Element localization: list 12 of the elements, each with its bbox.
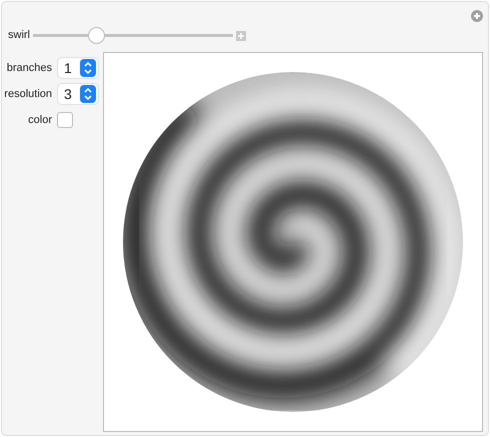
slider-label: swirl [8, 29, 31, 41]
popup-menu[interactable]: 3 [57, 83, 99, 105]
control-label: color [28, 114, 52, 126]
stepper-icon [80, 85, 96, 103]
expand-icon[interactable] [236, 30, 246, 40]
stepper-icon [80, 59, 96, 77]
control-label: resolution [4, 88, 52, 100]
control-label: branches [6, 62, 52, 74]
slider-thumb[interactable] [88, 26, 105, 44]
plus-icon[interactable] [471, 10, 483, 22]
popup-menu[interactable]: 1 [57, 57, 99, 79]
checkbox[interactable] [57, 112, 73, 128]
